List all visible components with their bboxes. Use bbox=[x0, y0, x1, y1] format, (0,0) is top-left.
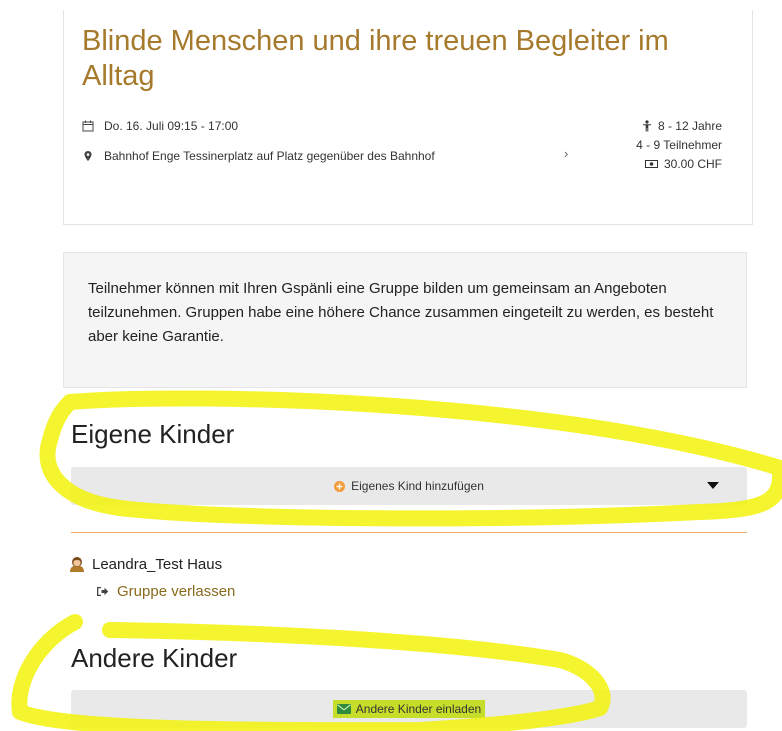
section-divider bbox=[71, 532, 747, 533]
event-location-row: Bahnhof Enge Tessinerplatz auf Platz geg… bbox=[82, 148, 435, 164]
add-own-child-dropdown[interactable]: Eigenes Kind hinzufügen bbox=[71, 467, 747, 505]
group-member-name: Leandra_Test Haus bbox=[92, 555, 223, 573]
avatar-icon bbox=[70, 557, 84, 572]
add-own-child-label: Eigenes Kind hinzufügen bbox=[351, 479, 484, 493]
invite-other-children-bar: Andere Kinder einladen bbox=[71, 690, 747, 728]
group-member: Leandra_Test Haus bbox=[68, 555, 222, 573]
event-card: Blinde Menschen und ihre treuen Begleite… bbox=[63, 10, 753, 225]
own-children-heading: Eigene Kinder bbox=[71, 419, 235, 449]
event-participants-row: 4 - 9 Teilnehmer bbox=[636, 137, 722, 153]
leave-group-link[interactable]: Gruppe verlassen bbox=[96, 583, 235, 600]
group-info-box: Teilnehmer können mit Ihren Gspänli eine… bbox=[63, 252, 747, 388]
invite-other-children-label: Andere Kinder einladen bbox=[355, 702, 482, 716]
event-age-row: 8 - 12 Jahre bbox=[636, 118, 722, 134]
event-date: Do. 16. Juli 09:15 - 17:00 bbox=[104, 119, 239, 133]
plus-circle-icon bbox=[334, 480, 346, 492]
chevron-right-icon[interactable]: › bbox=[564, 146, 568, 161]
event-meta: Do. 16. Juli 09:15 - 17:00 Bahnhof Enge … bbox=[82, 118, 435, 164]
other-children-heading: Andere Kinder bbox=[71, 643, 238, 673]
map-marker-icon bbox=[84, 151, 92, 161]
event-price-row: 30.00 CHF bbox=[636, 156, 722, 172]
event-facts: 8 - 12 Jahre 4 - 9 Teilnehmer 30.00 CHF bbox=[636, 118, 722, 172]
envelope-icon bbox=[336, 704, 351, 714]
event-location: Bahnhof Enge Tessinerplatz auf Platz geg… bbox=[104, 149, 435, 163]
leave-group-label: Gruppe verlassen bbox=[117, 583, 236, 600]
event-title: Blinde Menschen und ihre treuen Begleite… bbox=[82, 25, 669, 92]
page: Blinde Menschen und ihre treuen Begleite… bbox=[0, 0, 782, 731]
event-date-row: Do. 16. Juli 09:15 - 17:00 bbox=[82, 118, 435, 134]
money-icon bbox=[644, 160, 658, 168]
caret-down-icon[interactable] bbox=[707, 482, 719, 489]
event-participants: 4 - 9 Teilnehmer bbox=[636, 138, 722, 152]
child-icon bbox=[642, 120, 651, 132]
sign-out-icon bbox=[97, 587, 109, 596]
add-own-child-button[interactable]: Eigenes Kind hinzufügen bbox=[334, 479, 484, 493]
event-price: 30.00 CHF bbox=[663, 157, 722, 171]
event-age-range: 8 - 12 Jahre bbox=[657, 119, 722, 133]
invite-other-children-button[interactable]: Andere Kinder einladen bbox=[332, 700, 486, 718]
calendar-icon bbox=[82, 120, 94, 132]
